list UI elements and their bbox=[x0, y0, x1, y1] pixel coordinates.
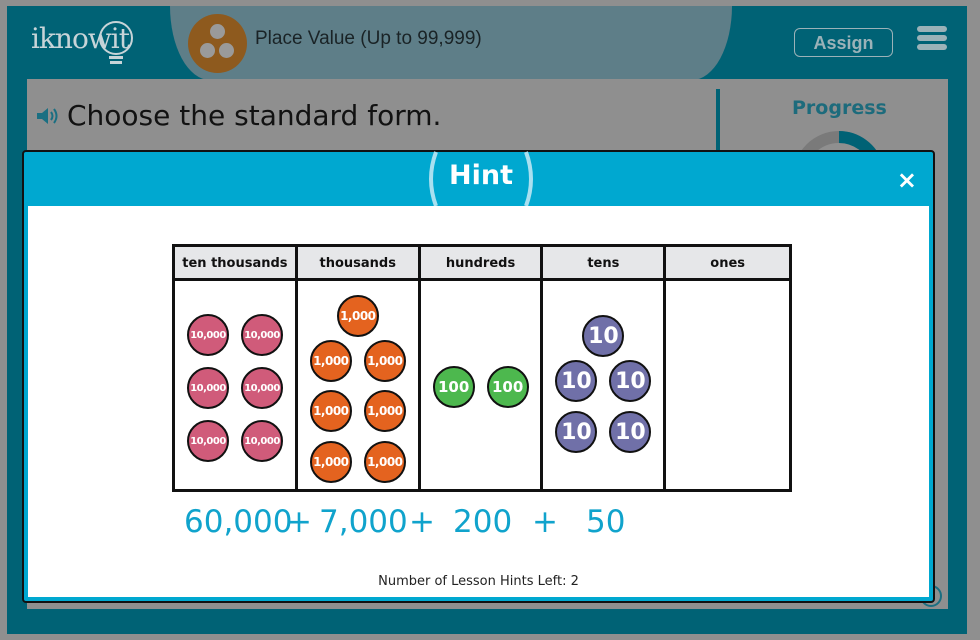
expanded-term-hundreds: 200 bbox=[453, 504, 513, 540]
ten-disc: 10 bbox=[555, 411, 598, 453]
column-tens: tens 10 10 10 10 10 bbox=[543, 247, 667, 489]
hint-body: ten thousands 10,000 10,000 10,000 10,00… bbox=[28, 206, 929, 597]
column-thousands: thousands 1,000 1,000 1,000 1,000 1,000 … bbox=[297, 247, 421, 489]
thousand-disc: 1,000 bbox=[309, 390, 352, 432]
ten-thousand-disc: 10,000 bbox=[187, 367, 229, 409]
expanded-term-thousands: 7,000 bbox=[319, 504, 408, 540]
hint-dialog: Hint × ten thousands 10,000 10,000 10,00… bbox=[22, 150, 935, 603]
progress-label: Progress bbox=[792, 97, 887, 119]
hint-title: Hint bbox=[449, 160, 513, 191]
hundred-disc: 100 bbox=[432, 366, 475, 408]
expanded-term-ten-thousands: 60,000 bbox=[184, 504, 293, 540]
hundred-disc: 100 bbox=[486, 366, 529, 408]
expanded-term-tens: 50 bbox=[586, 504, 626, 540]
column-ones: ones bbox=[666, 247, 790, 489]
thousand-disc: 1,000 bbox=[363, 441, 406, 483]
ten-disc: 10 bbox=[609, 360, 652, 402]
column-header: ten thousands bbox=[175, 247, 295, 281]
thousand-disc: 1,000 bbox=[363, 340, 406, 382]
plus-sign: + bbox=[409, 504, 435, 540]
question-text: Choose the standard form. bbox=[67, 99, 442, 132]
hint-header: Hint × bbox=[26, 151, 931, 207]
hint-title-badge: Hint bbox=[426, 150, 536, 208]
thousand-disc: 1,000 bbox=[336, 295, 379, 337]
place-value-icon bbox=[188, 14, 247, 73]
ten-disc: 10 bbox=[582, 315, 625, 357]
thousand-disc: 1,000 bbox=[363, 390, 406, 432]
ten-thousand-disc: 10,000 bbox=[187, 420, 229, 462]
ten-thousand-disc: 10,000 bbox=[241, 314, 283, 356]
column-header: thousands bbox=[297, 247, 418, 281]
hamburger-menu-icon[interactable] bbox=[917, 26, 947, 54]
thousand-disc: 1,000 bbox=[309, 340, 352, 382]
ten-thousand-disc: 10,000 bbox=[241, 367, 283, 409]
lesson-title: Place Value (Up to 99,999) bbox=[255, 28, 482, 49]
plus-sign: + bbox=[286, 504, 312, 540]
close-icon[interactable]: × bbox=[897, 166, 917, 194]
ten-disc: 10 bbox=[609, 411, 652, 453]
ten-thousand-disc: 10,000 bbox=[187, 314, 229, 356]
ten-disc: 10 bbox=[555, 360, 598, 402]
column-hundreds: hundreds 100 100 bbox=[420, 247, 544, 489]
question-prompt: Choose the standard form. bbox=[35, 99, 441, 132]
column-header: ones bbox=[666, 247, 790, 281]
column-header: tens bbox=[543, 247, 664, 281]
speaker-icon[interactable] bbox=[35, 104, 63, 128]
lightbulb-icon bbox=[99, 21, 133, 64]
plus-sign: + bbox=[532, 504, 558, 540]
thousand-disc: 1,000 bbox=[309, 441, 352, 483]
sidebar-divider bbox=[716, 89, 720, 159]
place-value-chart: ten thousands 10,000 10,000 10,000 10,00… bbox=[172, 244, 792, 492]
iknowit-logo[interactable]: iknowit bbox=[31, 21, 133, 64]
assign-button[interactable]: Assign bbox=[794, 28, 893, 57]
column-ten-thousands: ten thousands 10,000 10,000 10,000 10,00… bbox=[175, 247, 298, 489]
hints-remaining: Number of Lesson Hints Left: 2 bbox=[378, 574, 579, 589]
ten-thousand-disc: 10,000 bbox=[241, 420, 283, 462]
column-header: hundreds bbox=[420, 247, 541, 281]
